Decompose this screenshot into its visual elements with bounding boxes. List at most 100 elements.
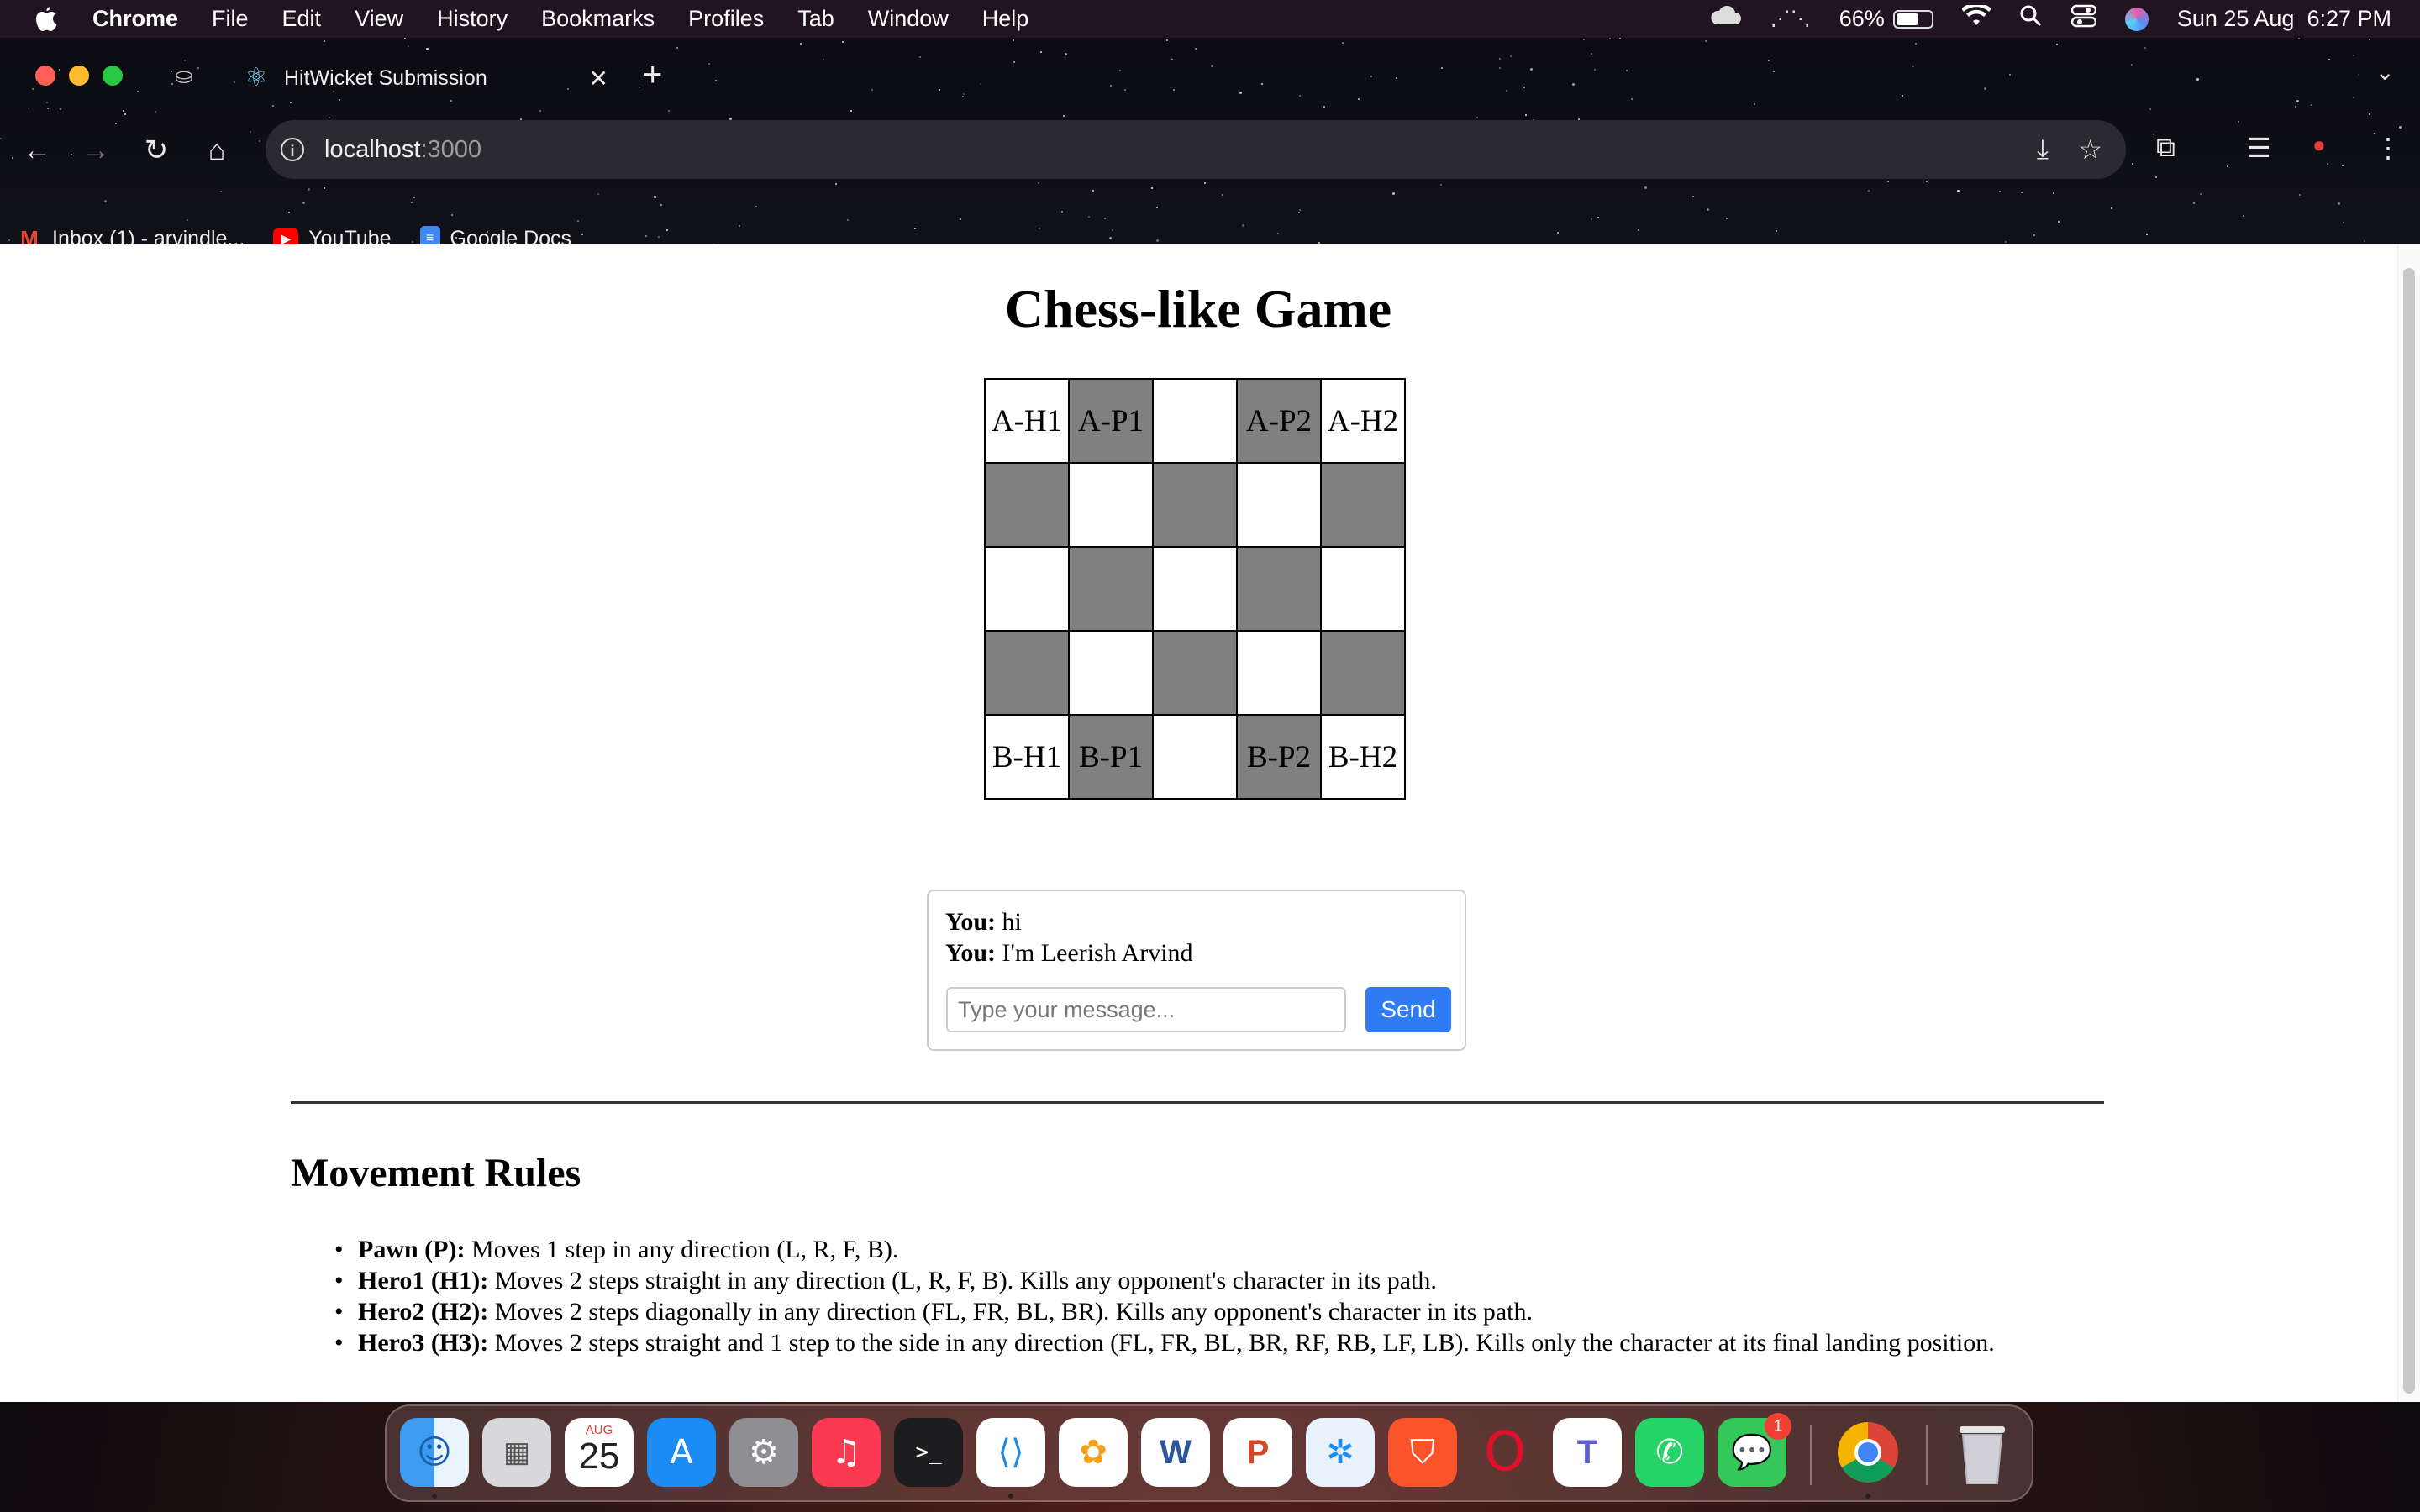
bookmark-star-icon[interactable]: ☆ [2078,134,2102,165]
forward-button[interactable]: → [77,132,114,169]
board-piece-cell[interactable]: A-P1 [1068,378,1154,464]
powerpoint-icon[interactable]: P [1223,1418,1292,1487]
board-cell[interactable] [1320,462,1406,548]
control-center-icon[interactable] [2070,4,2097,34]
install-app-icon[interactable]: ⤓ [2037,134,2049,165]
terminal-icon[interactable]: >_ [894,1418,963,1487]
board-cell[interactable] [1152,714,1238,800]
board-cell[interactable] [1068,630,1154,716]
calendar-icon[interactable]: AUG 25 [565,1418,634,1487]
star-dot [2327,163,2328,165]
launchpad-icon[interactable]: ▦ [482,1418,551,1487]
profile-alert-icon[interactable]: ● [2312,132,2326,158]
more-menu-icon[interactable]: ⋮ [2375,132,2402,164]
spotlight-search-icon[interactable] [2019,4,2043,34]
board-row [984,630,1406,716]
chat-sender: You: [945,908,997,936]
battery-icon[interactable] [1892,9,1933,29]
opera-icon[interactable]: O [1470,1418,1539,1487]
vscode-icon[interactable]: ⟨⟩ [976,1418,1045,1487]
wifi-icon[interactable] [1960,3,1991,33]
whatsapp-icon[interactable]: ✆ [1635,1418,1704,1487]
send-button[interactable]: Send [1365,987,1451,1032]
star-dot [939,89,940,91]
menu-edit[interactable]: Edit [282,6,322,32]
board-cell[interactable] [1068,546,1154,632]
tab-list-chevron-icon[interactable]: ⌄ [2375,58,2395,86]
board-cell[interactable] [1152,546,1238,632]
menu-view[interactable]: View [355,6,403,32]
star-dot [1999,191,2001,192]
star-dot [426,48,429,50]
reload-button[interactable]: ↻ [138,132,175,169]
board-piece-cell[interactable]: B-H1 [984,714,1070,800]
star-dot [1773,71,1775,72]
board-row: B-H1 B-P1 B-P2 B-H2 [984,714,1406,800]
board-cell[interactable] [1236,462,1322,548]
siri-icon[interactable] [2124,7,2149,31]
messages-icon[interactable]: 💬 1 [1718,1413,1791,1487]
minimize-window-button[interactable] [69,66,89,86]
address-bar[interactable]: i localhost:3000 ⤓ ☆ [266,120,2126,179]
page-scrollbar[interactable] [2397,244,2420,1402]
teams-icon[interactable]: T [1553,1418,1622,1487]
board-cell[interactable] [1320,546,1406,632]
board-cell[interactable] [1152,462,1238,548]
site-info-icon[interactable]: i [281,138,304,161]
board-piece-cell[interactable]: B-P2 [1236,714,1322,800]
extensions-icon[interactable]: ⧉ [2156,132,2175,164]
star-dot [2342,165,2344,166]
home-button[interactable]: ⌂ [198,132,235,169]
board-cell[interactable] [1152,630,1238,716]
star-dot [1156,207,1158,208]
menu-help[interactable]: Help [982,6,1029,32]
star-dot [1591,53,1592,55]
system-settings-icon[interactable]: ⚙ [729,1418,798,1487]
game-board: A-H1 A-P1 A-P2 A-H2 B-H1 B-P1 B-P2 B-H2 [984,378,1406,800]
menu-bookmarks[interactable]: Bookmarks [541,6,655,32]
menu-history[interactable]: History [437,6,508,32]
board-piece-cell[interactable]: A-H2 [1320,378,1406,464]
back-button[interactable]: ← [18,132,55,169]
board-cell[interactable] [984,546,1070,632]
word-icon[interactable]: W [1141,1418,1210,1487]
apple-icon[interactable] [34,5,59,34]
safari-icon[interactable]: ✲ [1306,1418,1375,1487]
chat-message-input[interactable] [946,987,1346,1032]
dictation-icon[interactable]: ⋰⋱ [1770,7,1811,31]
star-dot [1557,232,1559,234]
app-store-icon[interactable]: A [647,1418,716,1487]
photos-icon[interactable]: ✿ [1059,1418,1128,1487]
menu-file[interactable]: File [212,6,249,32]
brave-icon[interactable]: ⛉ [1388,1418,1457,1487]
new-tab-button[interactable]: + [643,56,662,94]
reading-list-icon[interactable]: ☰ [2247,132,2271,164]
cloud-icon[interactable] [1708,5,1742,32]
scrollbar-thumb[interactable] [2403,268,2415,1394]
maximize-window-button[interactable] [103,66,123,86]
menu-app-name[interactable]: Chrome [92,6,178,32]
board-piece-cell[interactable]: A-H1 [984,378,1070,464]
chrome-icon[interactable] [1833,1418,1902,1487]
board-cell[interactable] [984,462,1070,548]
board-cell[interactable] [1068,462,1154,548]
board-piece-cell[interactable]: B-P1 [1068,714,1154,800]
menu-datetime[interactable]: Sun 25 Aug 6:27 PM [2177,6,2391,32]
menu-profiles[interactable]: Profiles [688,6,764,32]
board-cell[interactable] [1236,546,1322,632]
board-piece-cell[interactable]: B-H2 [1320,714,1406,800]
menu-window[interactable]: Window [868,6,949,32]
board-cell[interactable] [1152,378,1238,464]
finder-icon[interactable]: ☺ [400,1418,469,1487]
board-cell[interactable] [984,630,1070,716]
board-cell[interactable] [1236,630,1322,716]
menu-tab[interactable]: Tab [797,6,834,32]
close-window-button[interactable] [35,66,55,86]
board-cell[interactable] [1320,630,1406,716]
tab-hitwicket[interactable]: ⚛ HitWicket Submission ✕ [218,55,622,102]
tab-close-icon[interactable]: ✕ [589,65,608,92]
tab-search-icon[interactable]: ⛀ [175,63,193,89]
music-icon[interactable]: ♫ [812,1418,881,1487]
trash-icon[interactable] [1948,1418,2017,1487]
board-piece-cell[interactable]: A-P2 [1236,378,1322,464]
